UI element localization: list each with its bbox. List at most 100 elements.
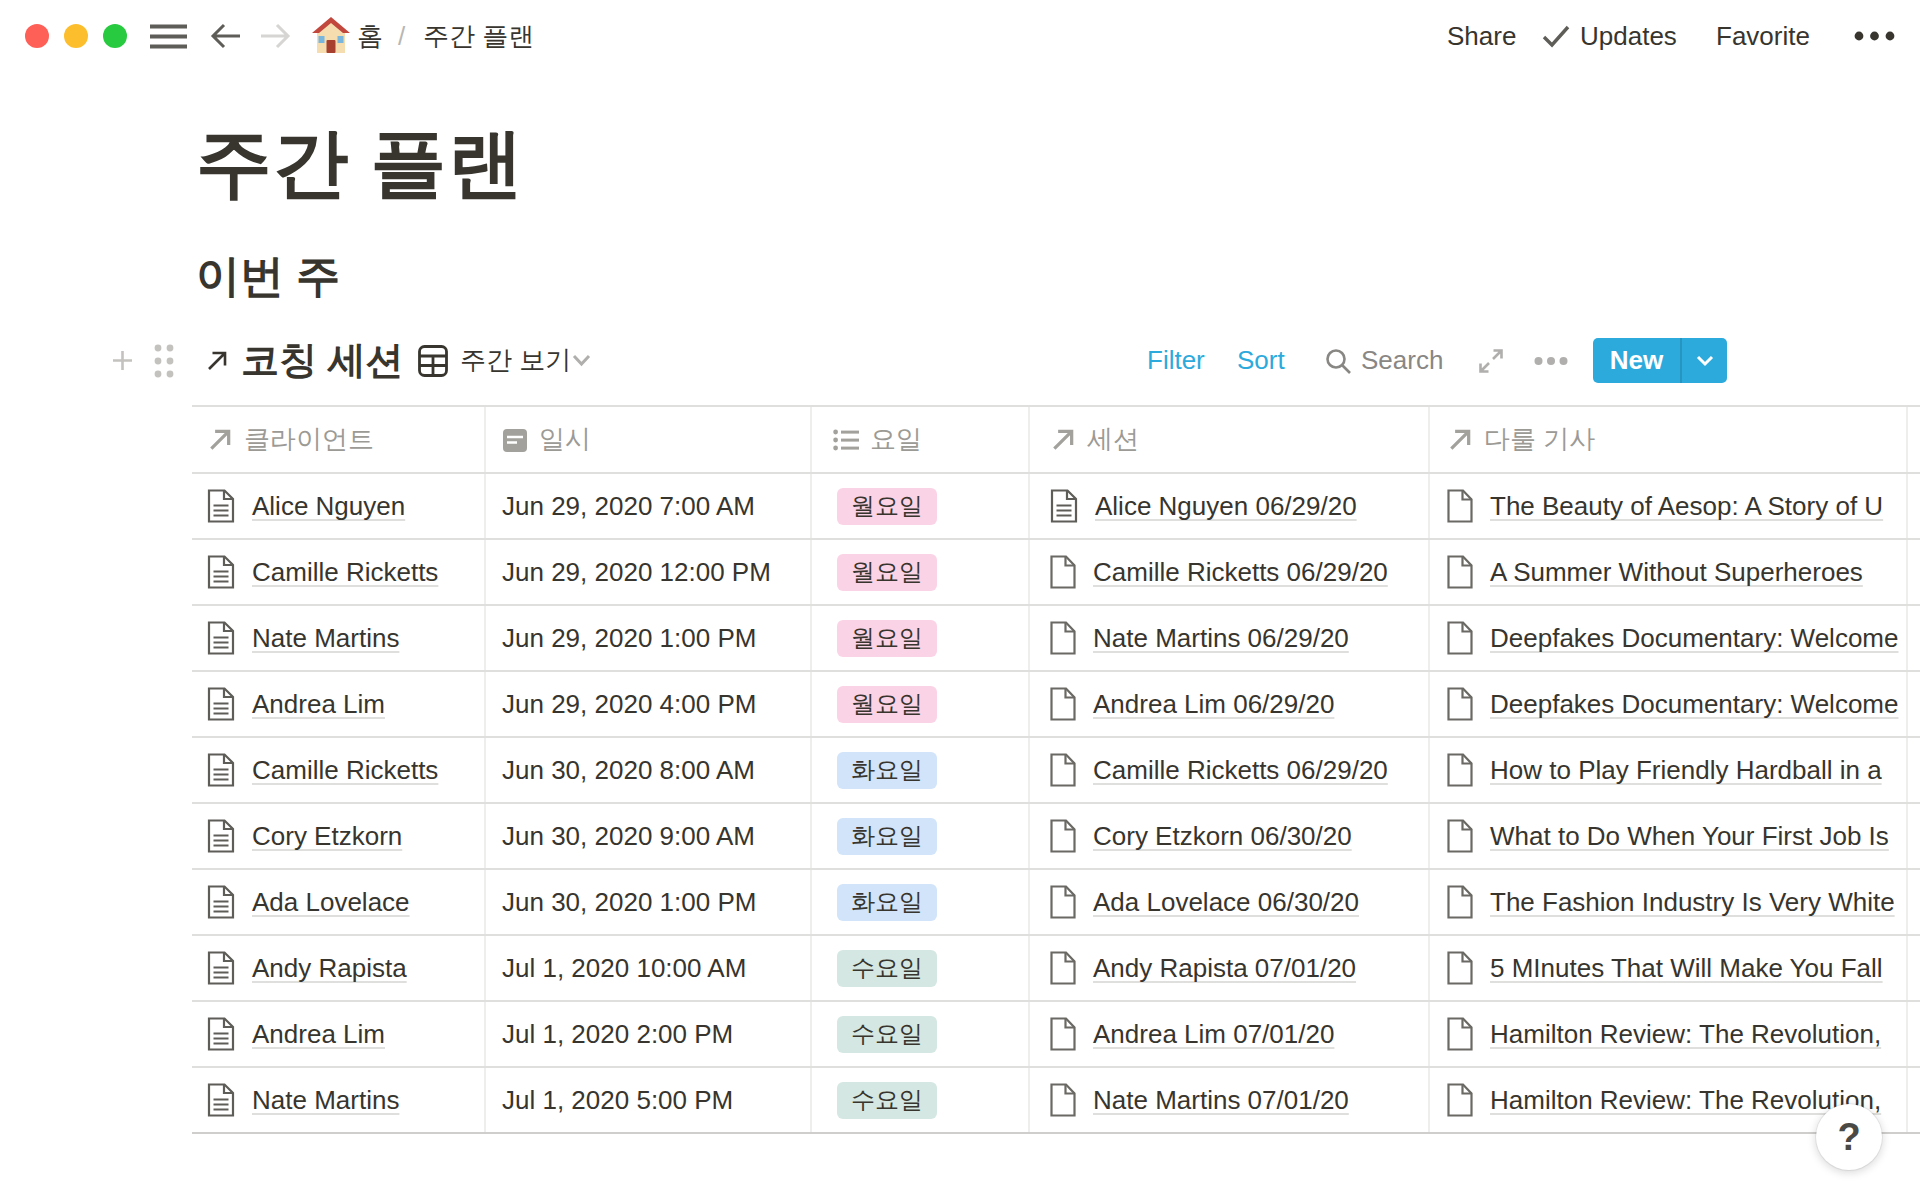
- article-link[interactable]: Deepfakes Documentary: Welcome: [1490, 689, 1898, 720]
- client-link[interactable]: Ada Lovelace: [252, 887, 410, 918]
- session-cell[interactable]: Alice Nguyen 06/29/20: [1030, 474, 1430, 538]
- session-link[interactable]: Andy Rapista 07/01/20: [1093, 953, 1356, 984]
- share-button[interactable]: Share: [1447, 21, 1516, 51]
- article-link[interactable]: How to Play Friendly Hardball in a: [1490, 755, 1882, 786]
- back-arrow-icon[interactable]: [210, 22, 242, 50]
- day-cell[interactable]: 월요일: [812, 672, 1030, 736]
- client-cell[interactable]: Camille Ricketts: [192, 540, 486, 604]
- article-link[interactable]: 5 MInutes That Will Make You Fall: [1490, 953, 1883, 984]
- datetime-cell[interactable]: Jun 30, 2020 1:00 PM: [486, 870, 812, 934]
- breadcrumb-home[interactable]: 홈: [357, 21, 383, 51]
- article-link[interactable]: What to Do When Your First Job Is: [1490, 821, 1889, 852]
- forward-arrow-icon[interactable]: [259, 22, 291, 50]
- article-cell[interactable]: The Fashion Industry Is Very White: [1430, 870, 1908, 934]
- session-cell[interactable]: Nate Martins 07/01/20: [1030, 1068, 1430, 1132]
- article-cell[interactable]: The Beauty of Aesop: A Story of U: [1430, 474, 1908, 538]
- collection-title[interactable]: 코칭 세션: [241, 338, 404, 383]
- session-cell[interactable]: Camille Ricketts 06/29/20: [1030, 540, 1430, 604]
- datetime-cell[interactable]: Jul 1, 2020 10:00 AM: [486, 936, 812, 1000]
- search-icon[interactable]: [1324, 338, 1352, 383]
- client-cell[interactable]: Andy Rapista: [192, 936, 486, 1000]
- column-header-datetime[interactable]: 일시: [486, 407, 812, 472]
- search-button[interactable]: Search: [1361, 338, 1443, 383]
- drag-handle-icon[interactable]: [152, 338, 176, 383]
- traffic-light-zoom[interactable]: [103, 24, 127, 48]
- add-block-icon[interactable]: [113, 338, 132, 383]
- topbar-more-icon[interactable]: [1854, 31, 1895, 41]
- new-button-label[interactable]: New: [1593, 338, 1682, 383]
- sort-button[interactable]: Sort: [1237, 338, 1285, 383]
- breadcrumb-current[interactable]: 주간 플랜: [423, 21, 534, 51]
- datetime-cell[interactable]: Jun 29, 2020 1:00 PM: [486, 606, 812, 670]
- day-cell[interactable]: 화요일: [812, 738, 1030, 802]
- session-link[interactable]: Cory Etzkorn 06/30/20: [1093, 821, 1352, 852]
- article-cell[interactable]: Deepfakes Documentary: Welcome: [1430, 672, 1908, 736]
- day-cell[interactable]: 수요일: [812, 1068, 1030, 1132]
- column-header-article[interactable]: 다룰 기사: [1430, 407, 1908, 472]
- article-link[interactable]: A Summer Without Superheroes: [1490, 557, 1863, 588]
- client-cell[interactable]: Nate Martins: [192, 606, 486, 670]
- article-cell[interactable]: What to Do When Your First Job Is: [1430, 804, 1908, 868]
- day-cell[interactable]: 월요일: [812, 606, 1030, 670]
- datetime-cell[interactable]: Jun 29, 2020 12:00 PM: [486, 540, 812, 604]
- article-link[interactable]: The Beauty of Aesop: A Story of U: [1490, 491, 1883, 522]
- client-link[interactable]: Camille Ricketts: [252, 755, 438, 786]
- session-cell[interactable]: Ada Lovelace 06/30/20: [1030, 870, 1430, 934]
- session-cell[interactable]: Cory Etzkorn 06/30/20: [1030, 804, 1430, 868]
- new-button-dropdown[interactable]: [1682, 338, 1727, 383]
- article-cell[interactable]: 5 MInutes That Will Make You Fall: [1430, 936, 1908, 1000]
- datetime-cell[interactable]: Jun 30, 2020 8:00 AM: [486, 738, 812, 802]
- session-link[interactable]: Andrea Lim 07/01/20: [1093, 1019, 1334, 1050]
- datetime-cell[interactable]: Jul 1, 2020 2:00 PM: [486, 1002, 812, 1066]
- article-link[interactable]: The Fashion Industry Is Very White: [1490, 887, 1895, 918]
- client-link[interactable]: Camille Ricketts: [252, 557, 438, 588]
- session-link[interactable]: Alice Nguyen 06/29/20: [1095, 491, 1357, 522]
- view-selector[interactable]: 주간 보기: [460, 338, 571, 383]
- session-link[interactable]: Andrea Lim 06/29/20: [1093, 689, 1334, 720]
- favorite-button[interactable]: Favorite: [1716, 21, 1810, 51]
- day-cell[interactable]: 수요일: [812, 936, 1030, 1000]
- client-cell[interactable]: Camille Ricketts: [192, 738, 486, 802]
- column-header-day[interactable]: 요일: [812, 407, 1030, 472]
- traffic-light-close[interactable]: [25, 24, 49, 48]
- article-link[interactable]: Hamilton Review: The Revolution,: [1490, 1019, 1881, 1050]
- column-header-client[interactable]: 클라이언트: [192, 407, 486, 472]
- help-button[interactable]: ?: [1816, 1104, 1882, 1170]
- client-link[interactable]: Andrea Lim: [252, 689, 385, 720]
- datetime-cell[interactable]: Jun 30, 2020 9:00 AM: [486, 804, 812, 868]
- sidebar-menu-icon[interactable]: [150, 23, 187, 50]
- session-cell[interactable]: Andy Rapista 07/01/20: [1030, 936, 1430, 1000]
- article-cell[interactable]: How to Play Friendly Hardball in a: [1430, 738, 1908, 802]
- collection-more-icon[interactable]: [1534, 338, 1568, 383]
- datetime-cell[interactable]: Jun 29, 2020 4:00 PM: [486, 672, 812, 736]
- day-cell[interactable]: 수요일: [812, 1002, 1030, 1066]
- session-cell[interactable]: Andrea Lim 07/01/20: [1030, 1002, 1430, 1066]
- article-cell[interactable]: Hamilton Review: The Revolution,: [1430, 1002, 1908, 1066]
- expand-icon[interactable]: [1478, 338, 1504, 383]
- day-cell[interactable]: 월요일: [812, 474, 1030, 538]
- article-link[interactable]: Hamilton Review: The Revolution,: [1490, 1085, 1881, 1116]
- session-cell[interactable]: Nate Martins 06/29/20: [1030, 606, 1430, 670]
- client-cell[interactable]: Nate Martins: [192, 1068, 486, 1132]
- column-header-session[interactable]: 세션: [1030, 407, 1430, 472]
- session-cell[interactable]: Andrea Lim 06/29/20: [1030, 672, 1430, 736]
- client-link[interactable]: Nate Martins: [252, 1085, 399, 1116]
- session-link[interactable]: Camille Ricketts 06/29/20: [1093, 557, 1388, 588]
- day-cell[interactable]: 화요일: [812, 804, 1030, 868]
- client-link[interactable]: Andrea Lim: [252, 1019, 385, 1050]
- day-cell[interactable]: 화요일: [812, 870, 1030, 934]
- day-cell[interactable]: 월요일: [812, 540, 1030, 604]
- session-link[interactable]: Nate Martins 06/29/20: [1093, 623, 1349, 654]
- article-link[interactable]: Deepfakes Documentary: Welcome: [1490, 623, 1898, 654]
- client-link[interactable]: Nate Martins: [252, 623, 399, 654]
- article-cell[interactable]: A Summer Without Superheroes: [1430, 540, 1908, 604]
- session-link[interactable]: Ada Lovelace 06/30/20: [1093, 887, 1359, 918]
- session-link[interactable]: Nate Martins 07/01/20: [1093, 1085, 1349, 1116]
- new-button[interactable]: New: [1593, 338, 1727, 383]
- client-cell[interactable]: Ada Lovelace: [192, 870, 486, 934]
- session-link[interactable]: Camille Ricketts 06/29/20: [1093, 755, 1388, 786]
- session-cell[interactable]: Camille Ricketts 06/29/20: [1030, 738, 1430, 802]
- client-link[interactable]: Andy Rapista: [252, 953, 407, 984]
- client-cell[interactable]: Cory Etzkorn: [192, 804, 486, 868]
- datetime-cell[interactable]: Jul 1, 2020 5:00 PM: [486, 1068, 812, 1132]
